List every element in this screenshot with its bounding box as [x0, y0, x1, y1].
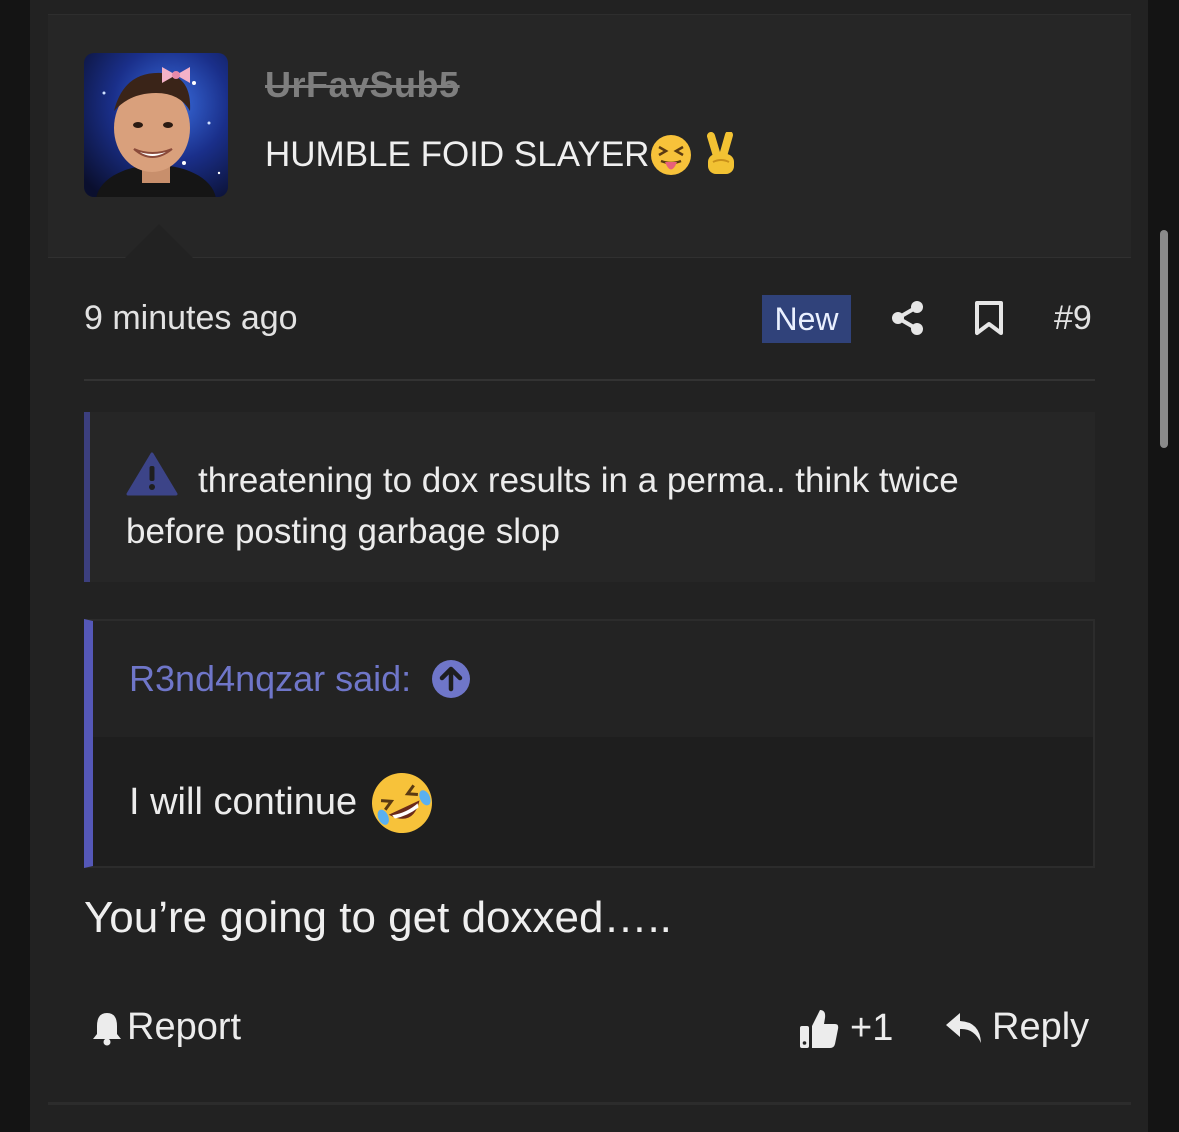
moderator-notice: threatening to dox results in a perma.. … [84, 412, 1095, 582]
reply-label[interactable]: Reply [992, 1006, 1089, 1049]
username[interactable]: UrFavSub5 [265, 64, 460, 106]
header-pointer [125, 224, 193, 258]
victory-hand-emoji [707, 132, 735, 174]
bookmark-icon[interactable] [973, 300, 1005, 336]
notice-text: threatening to dox results in a perma.. … [126, 461, 959, 551]
quote-body: I will continue [93, 737, 1093, 868]
scrollbar[interactable] [1160, 230, 1168, 448]
quote-header[interactable]: R3nd4nqzar said: [93, 621, 1093, 737]
new-badge: New [762, 295, 851, 343]
post-time[interactable]: 9 minutes ago [84, 299, 298, 338]
warning-triangle-icon [126, 452, 178, 496]
like-button[interactable]: +1 [798, 1006, 893, 1050]
quote-author[interactable]: R3nd4nqzar said: [129, 658, 411, 700]
report-label[interactable]: Report [127, 1006, 241, 1049]
reply-button[interactable]: Reply [944, 1006, 1089, 1049]
avatar-image [84, 53, 228, 197]
quote-text: I will continue [129, 781, 358, 823]
quote-block: R3nd4nqzar said: I will continue [84, 619, 1095, 868]
share-icon[interactable] [890, 299, 926, 337]
bottom-divider [48, 1102, 1131, 1105]
meta-divider [84, 379, 1095, 381]
post-number[interactable]: #9 [1054, 299, 1092, 338]
report-button[interactable]: Report [91, 1006, 241, 1049]
thumbs-up-icon [800, 1010, 839, 1048]
user-title-text: HUMBLE FOID SLAYER [265, 135, 650, 174]
squinting-tongue-emoji [651, 135, 692, 175]
arrow-up-circle-icon[interactable] [431, 659, 471, 699]
reply-icon [946, 1012, 981, 1043]
user-title: HUMBLE FOID SLAYER [265, 132, 743, 178]
post-body: You’re going to get doxxed….. [84, 893, 672, 942]
avatar[interactable] [84, 53, 228, 197]
like-count[interactable]: +1 [850, 1007, 893, 1050]
rolling-on-floor-laughing-emoji [372, 772, 433, 833]
bell-icon [93, 1012, 121, 1045]
